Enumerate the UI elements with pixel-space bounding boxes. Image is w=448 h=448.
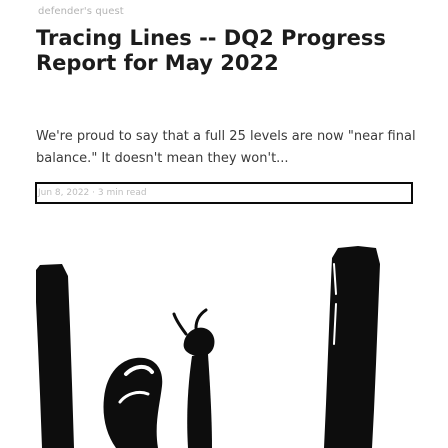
post-card: defender's quest Tracing Lines -- DQ2 Pr… [0, 0, 448, 448]
post-title-link[interactable]: Tracing Lines -- DQ2 Progress Report for… [36, 26, 416, 76]
post-meta: Jun 8, 2022 · 3 min read [38, 188, 147, 198]
small-body [187, 354, 212, 448]
left-dark-shape [36, 264, 74, 448]
blog-name: defender's quest [38, 6, 124, 17]
post-excerpt: We're proud to say that a full 25 levels… [36, 129, 416, 166]
right-dark-panel [324, 246, 380, 448]
post-meta-focused[interactable]: Jun 8, 2022 · 3 min read [35, 182, 413, 204]
cover-image[interactable] [36, 234, 416, 448]
sketch-illustration-icon [36, 234, 416, 448]
